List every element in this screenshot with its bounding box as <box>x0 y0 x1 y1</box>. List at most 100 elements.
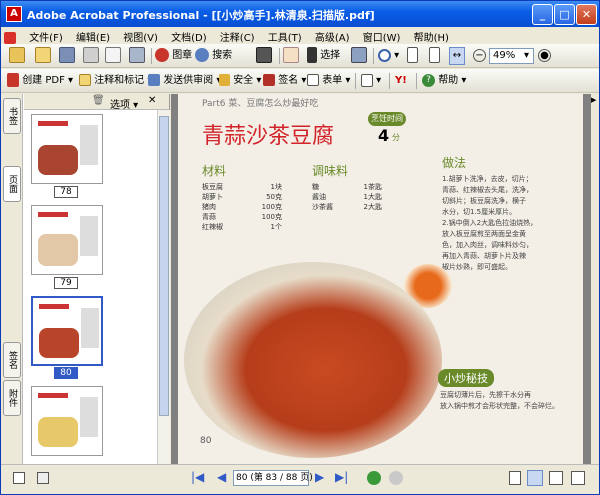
menu-view[interactable]: 视图(V) <box>118 27 163 44</box>
sign-button[interactable]: 签名 ▾ <box>263 72 306 90</box>
secure-label: 安全 <box>233 75 254 86</box>
acrobat-window: A Adobe Acrobat Professional - [[小炒高手].林… <box>0 0 600 495</box>
help-label: 帮助 <box>438 75 459 86</box>
facing-pages-icon[interactable] <box>549 471 563 485</box>
forward-view-icon[interactable] <box>389 471 403 485</box>
open-file-icon[interactable] <box>35 47 51 65</box>
menu-document[interactable]: 文档(D) <box>166 27 212 44</box>
tag-label: 烹饪时间 <box>368 112 406 126</box>
text-line: 水分，切1.5厘米厚片。 <box>442 208 517 216</box>
forms-button[interactable]: 表单 ▾ <box>307 72 350 90</box>
zoom-level-field[interactable]: 49% ▾ <box>489 48 534 64</box>
tab-pages[interactable]: 页面 <box>3 166 21 202</box>
menu-help[interactable]: 帮助(H) <box>409 27 454 44</box>
send-review-button[interactable]: 发送供审阅 ▾ <box>148 72 221 90</box>
create-pdf-button[interactable]: 创建 PDF ▾ <box>7 72 73 90</box>
view-mode-icon[interactable] <box>37 472 49 484</box>
item-amount: 100克 <box>261 213 282 221</box>
menu-tools[interactable]: 工具(T) <box>263 27 307 44</box>
document-scrollbar[interactable]: ▶ <box>591 94 599 464</box>
fit-width-icon[interactable]: ↔ <box>449 47 465 65</box>
text-line: 切斜片；板豆腐洗净，横子 <box>442 197 526 205</box>
list-item: 青蒜 100克 <box>202 212 282 222</box>
window-title: Adobe Acrobat Professional - [[小炒高手].林清泉… <box>27 9 375 22</box>
previous-page-icon[interactable]: ◀ <box>217 470 226 484</box>
document-view[interactable]: Part6 菜、豆腐怎么炒最好吃 青蒜沙茶豆腐 烹饪时间 4 分 材料 板豆腐 1… <box>171 94 591 464</box>
options-menu[interactable]: 选项 ▾ <box>110 96 138 111</box>
minimize-button[interactable]: _ <box>532 4 553 25</box>
zoom-out-icon[interactable]: − <box>473 47 486 65</box>
item-name: 红辣椒 <box>202 223 223 231</box>
actual-size-icon[interactable] <box>407 47 418 65</box>
tab-signatures[interactable]: 签名 <box>3 342 21 378</box>
attach-icon[interactable] <box>129 47 145 65</box>
yahoo-toolbar-icon[interactable]: Y! <box>395 72 407 90</box>
help-button[interactable]: ? 帮助 ▾ <box>422 72 466 90</box>
page-number: 80 <box>200 436 212 446</box>
print-icon[interactable] <box>83 47 99 65</box>
close-button[interactable]: ✕ <box>576 4 597 25</box>
page-thumbnail-79[interactable] <box>31 205 103 275</box>
page-options-icon[interactable]: ▾ <box>361 72 381 90</box>
menu-file[interactable]: 文件(F) <box>24 27 68 44</box>
ingredients-heading: 材料 <box>202 164 227 178</box>
close-pane-icon[interactable]: ✕ <box>148 95 156 106</box>
menu-edit[interactable]: 编辑(E) <box>71 27 115 44</box>
acrobat-app-icon[interactable]: A <box>6 6 22 22</box>
maximize-button[interactable]: □ <box>554 4 575 25</box>
trash-icon[interactable]: 🗑 <box>92 95 105 106</box>
select-tool[interactable]: 选择 <box>307 47 340 65</box>
sign-label: 签名 <box>278 75 299 86</box>
dish-photo <box>184 262 442 458</box>
page-number-field[interactable]: 80 (第 83 / 88 页) <box>233 470 313 486</box>
menu-advanced[interactable]: 高级(A) <box>310 27 355 44</box>
hand-tool-icon[interactable] <box>283 47 299 65</box>
scroll-thumb[interactable] <box>159 116 169 416</box>
title-bar[interactable]: A Adobe Acrobat Professional - [[小炒高手].林… <box>1 1 599 27</box>
page-thumbnail-78[interactable] <box>31 114 103 184</box>
continuous-page-icon[interactable] <box>527 470 543 486</box>
tab-bookmarks[interactable]: 书签 <box>3 98 21 134</box>
item-name: 糖 <box>312 183 319 191</box>
zoom-in-icon[interactable]: ● <box>538 47 551 65</box>
select-label: 选择 <box>320 50 341 61</box>
first-page-icon[interactable]: |◀ <box>191 470 204 484</box>
status-bar: |◀ ◀ 80 (第 83 / 88 页) ▶ ▶| <box>1 464 599 494</box>
list-item: 猪肉 100克 <box>202 202 282 212</box>
thumbnail-label-78: 78 <box>54 186 78 198</box>
page-thumbnail-80[interactable] <box>31 296 103 366</box>
continuous-facing-icon[interactable] <box>571 471 585 485</box>
fit-page-icon[interactable] <box>429 47 440 65</box>
page-thumbnail-81[interactable] <box>31 386 103 456</box>
search-tool[interactable]: 搜索 <box>195 47 232 65</box>
next-page-icon[interactable]: ▶ <box>315 470 324 484</box>
back-view-icon[interactable] <box>367 471 381 485</box>
tab-attachments[interactable]: 附件 <box>3 380 21 416</box>
zoom-tool-icon[interactable]: ▾ <box>378 47 399 65</box>
item-amount: 100克 <box>261 203 282 211</box>
comment-markup-button[interactable]: 注释和标记 ▾ <box>79 72 152 90</box>
stamp-tool[interactable]: 图章 <box>155 47 192 65</box>
dish-title: 青蒜沙茶豆腐 <box>202 124 335 149</box>
scroll-arrow-icon[interactable]: ▶ <box>591 96 596 104</box>
nav-tab-strip: 书签 页面 签名 附件 <box>1 94 23 464</box>
text-line: 放入板豆腐煎至两面呈金黄 <box>442 230 526 238</box>
menu-window[interactable]: 窗口(W) <box>358 27 406 44</box>
item-amount: 1个 <box>270 223 282 231</box>
menu-comments[interactable]: 注释(C) <box>215 27 260 44</box>
camera-icon[interactable] <box>256 47 272 65</box>
snapshot-icon[interactable] <box>351 47 367 65</box>
page-layout-icon[interactable] <box>13 472 25 484</box>
single-page-icon[interactable] <box>509 471 521 485</box>
last-page-icon[interactable]: ▶| <box>335 470 348 484</box>
secure-button[interactable]: 安全 ▾ <box>219 72 261 90</box>
thumbnail-list[interactable]: 78 79 80 <box>24 110 157 464</box>
thumbnail-scrollbar[interactable] <box>157 110 170 464</box>
doc-menu-icon[interactable] <box>1 30 21 44</box>
open-folder-icon[interactable] <box>9 47 25 65</box>
email-icon[interactable] <box>105 47 121 65</box>
save-icon[interactable] <box>59 47 75 65</box>
toolbar-main: 图章 搜索 选择 ▾ ↔ − 49% ▾ ● <box>1 44 599 68</box>
list-item: 酱油 1大匙 <box>312 192 382 202</box>
ingredients-list: 板豆腐 1块 胡萝卜 50克 猪肉 100克 青蒜 100克 红辣椒 1个 <box>202 182 282 232</box>
